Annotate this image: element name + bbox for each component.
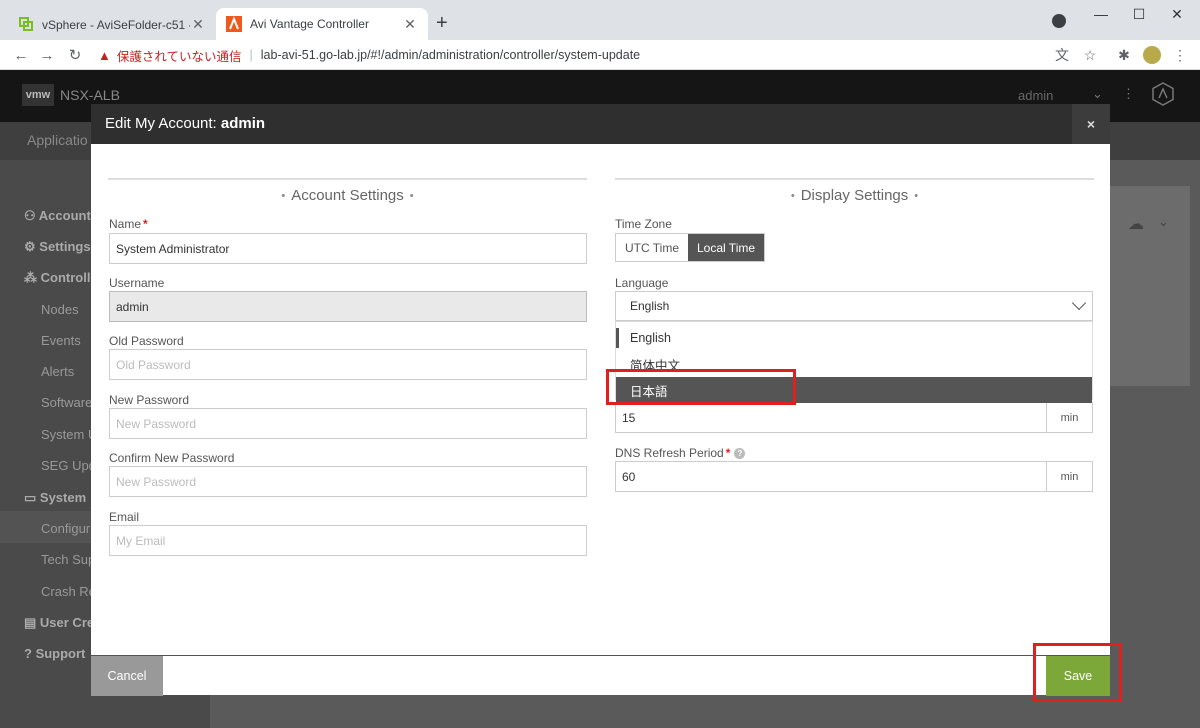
sidebar-item-user-credentials[interactable]: ▤ User Cre (24, 615, 94, 631)
timezone-utc-option[interactable]: UTC Time (616, 234, 688, 261)
modal-header: Edit My Account: admin × (91, 104, 1110, 144)
old-password-label: Old Password (109, 334, 184, 348)
extensions-icon[interactable]: ✱ (1114, 45, 1134, 65)
background-card: ☁ ⌄ (1110, 186, 1190, 386)
translate-icon[interactable]: 文 (1052, 45, 1072, 65)
edit-account-modal: Edit My Account: admin × • Account Settin… (91, 104, 1110, 696)
dns-refresh-unit: min (1046, 462, 1092, 491)
url-separator: | (249, 48, 253, 62)
confirm-password-field[interactable]: New Password (109, 466, 587, 497)
address-bar: ← → ↻ ▲ 保護されていない通信 | lab-avi-51.go-lab.j… (0, 40, 1200, 70)
forward-icon[interactable]: → (36, 44, 58, 66)
sidebar-item-nodes[interactable]: Nodes (41, 302, 79, 317)
timezone-label: Time Zone (615, 217, 672, 231)
email-label: Email (109, 510, 140, 524)
avi-icon (226, 16, 242, 32)
section-title: • Account Settings • (281, 187, 414, 204)
timezone-toggle: UTC Time Local Time (615, 233, 766, 262)
sidebar-item-alerts[interactable]: Alerts (41, 364, 74, 379)
bookmark-star-icon[interactable]: ☆ (1080, 45, 1100, 65)
security-warning: 保護されていない通信 (116, 49, 242, 64)
nav-applications[interactable]: Applicatio (27, 132, 88, 148)
email-field[interactable]: My Email (109, 525, 587, 556)
sidebar-item-account[interactable]: ⚇ Account (24, 208, 91, 224)
tab-avi[interactable]: Avi Vantage Controller ✕ (216, 8, 428, 40)
dns-refresh-field[interactable]: 60 min (615, 461, 1093, 492)
name-field[interactable]: System Administrator (109, 233, 587, 264)
chevron-down-icon (1071, 295, 1087, 311)
username-label: Username (109, 276, 165, 290)
display-settings-section: • Display Settings • (615, 178, 1094, 206)
close-icon[interactable]: × (1072, 104, 1110, 144)
avi-hex-logo-icon (1152, 82, 1174, 109)
section-title: • Display Settings • (790, 187, 919, 204)
chat-icon: ☁ (1128, 216, 1144, 233)
more-icon[interactable]: ⋮ (1122, 86, 1135, 102)
vsphere-icon (18, 16, 34, 32)
url-text: lab-avi-51.go-lab.jp/#!/admin/administra… (260, 48, 641, 62)
close-tab-icon[interactable]: ✕ (190, 16, 206, 33)
language-option-english[interactable]: English (616, 325, 1092, 351)
highlight-save-button (1033, 643, 1122, 702)
sidebar-item-system[interactable]: ▭ System (24, 490, 86, 506)
language-selected-value: English (630, 299, 670, 313)
session-timeout-field[interactable]: 15 min (615, 402, 1093, 433)
account-settings-section: • Account Settings • (108, 178, 587, 206)
close-window-icon[interactable]: ✕ (1154, 0, 1200, 28)
username-field: admin (109, 291, 587, 322)
sidebar-item-system-update[interactable]: System U (41, 427, 97, 442)
old-password-field[interactable]: Old Password (109, 349, 587, 380)
cancel-button[interactable]: Cancel (91, 656, 163, 696)
chevron-down-icon[interactable]: ⌄ (1092, 86, 1103, 102)
language-select[interactable]: English (615, 291, 1093, 321)
menu-kebab-icon[interactable]: ⋮ (1170, 45, 1190, 65)
help-icon[interactable]: ? (734, 448, 746, 460)
avatar[interactable] (1142, 45, 1162, 65)
name-label: Name * (109, 217, 148, 231)
sidebar-item-support[interactable]: ? Support (24, 646, 85, 661)
url-field[interactable]: ▲ 保護されていない通信 | lab-avi-51.go-lab.jp/#!/a… (98, 43, 640, 67)
browser-tab-bar: vSphere - AviSeFolder-c51 - サマリ ✕ Avi Va… (0, 0, 1200, 40)
product-name: NSX-ALB (60, 87, 120, 103)
profile-menu-icon[interactable] (1052, 14, 1066, 28)
chevron-down-icon: ⌄ (1158, 214, 1169, 229)
tab-vsphere[interactable]: vSphere - AviSeFolder-c51 - サマリ ✕ (8, 8, 216, 40)
sidebar-item-software[interactable]: Software (41, 395, 92, 410)
back-icon[interactable]: ← (10, 44, 32, 66)
reload-icon[interactable]: ↻ (64, 44, 86, 66)
sidebar-item-tech-support[interactable]: Tech Sup (41, 552, 95, 567)
session-timeout-value[interactable]: 15 (616, 403, 1046, 432)
timezone-local-option[interactable]: Local Time (688, 234, 765, 261)
sidebar-item-seg-update[interactable]: SEG Upd (41, 458, 96, 473)
tab-title: vSphere - AviSeFolder-c51 - サマリ (42, 17, 190, 32)
session-timeout-unit: min (1046, 403, 1092, 432)
dns-refresh-value[interactable]: 60 (616, 462, 1046, 491)
modal-title: Edit My Account: admin (105, 115, 266, 132)
sidebar-item-events[interactable]: Events (41, 333, 81, 348)
new-password-field[interactable]: New Password (109, 408, 587, 439)
sidebar-item-crash-reports[interactable]: Crash Re (41, 584, 96, 599)
warning-icon: ▲ (98, 47, 111, 63)
confirm-password-label: Confirm New Password (109, 451, 235, 465)
sidebar-item-settings[interactable]: ⚙ Settings (24, 239, 91, 255)
sidebar-item-configuration[interactable]: Configur (41, 521, 90, 536)
tab-title: Avi Vantage Controller (250, 17, 369, 31)
user-menu[interactable]: admin (1018, 88, 1053, 103)
close-tab-icon[interactable]: ✕ (402, 16, 418, 33)
dns-refresh-label: DNS Refresh Period *? (615, 446, 746, 460)
language-label: Language (615, 276, 669, 290)
new-password-label: New Password (109, 393, 190, 407)
highlight-japanese-option (606, 369, 796, 405)
modal-footer: Cancel Save (91, 655, 1110, 696)
new-tab-button[interactable]: + (436, 12, 448, 34)
vmw-logo: vmw (22, 84, 54, 106)
